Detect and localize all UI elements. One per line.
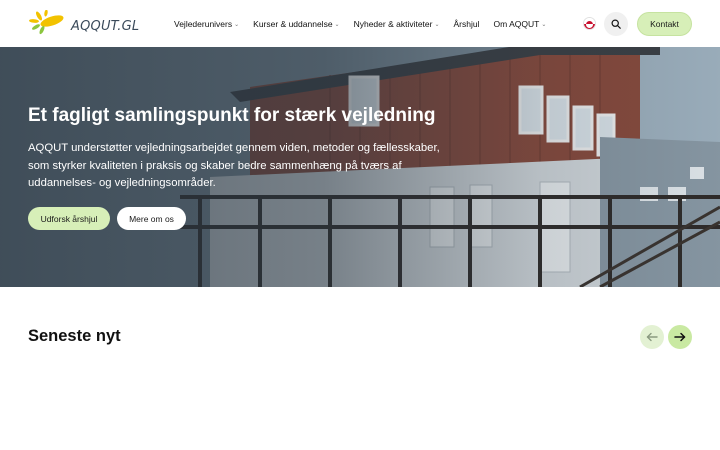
about-us-button[interactable]: Mere om os xyxy=(117,207,186,230)
hero-section: Et fagligt samlingspunkt for stærk vejle… xyxy=(0,47,720,287)
contact-button[interactable]: Kontakt xyxy=(637,12,692,36)
nav-item-kurser-uddannelse[interactable]: Kurser & uddannelse ⌄ xyxy=(253,19,339,29)
nav-item-label: Vejlederunivers xyxy=(174,18,233,29)
greenland-flag-icon[interactable] xyxy=(583,17,596,30)
nav-item-vejlederunivers[interactable]: Vejlederunivers ⌄ xyxy=(174,19,239,29)
main-nav: Vejlederunivers ⌄ Kurser & uddannelse ⌄ … xyxy=(174,0,560,47)
logo-link[interactable]: AQQUT.GL xyxy=(28,10,139,36)
hero-title: Et fagligt samlingspunkt for stærk vejle… xyxy=(28,105,436,126)
arrow-left-icon xyxy=(646,332,658,342)
nav-item-label: Om AQQUT xyxy=(493,18,540,29)
sun-logo-icon xyxy=(29,10,64,35)
chevron-down-icon: ⌄ xyxy=(434,21,440,28)
chevron-down-icon: ⌄ xyxy=(541,21,547,28)
nav-item-arshjul[interactable]: Årshjul xyxy=(454,19,480,29)
logo-text: AQQUT.GL xyxy=(71,18,140,34)
hero-description: AQQUT understøtter vejledningsarbejdet g… xyxy=(28,142,440,189)
search-button[interactable] xyxy=(604,12,628,36)
search-icon xyxy=(611,19,621,29)
explore-arshjul-button[interactable]: Udforsk årshjul xyxy=(28,207,110,230)
news-heading: Seneste nyt xyxy=(28,327,121,345)
nav-item-om-aqqut[interactable]: Om AQQUT ⌄ xyxy=(494,19,547,29)
carousel-prev-button[interactable] xyxy=(640,325,664,349)
site-header: AQQUT.GL Vejlederunivers ⌄ Kurser & udda… xyxy=(0,0,720,47)
nav-item-nyheder-aktiviteter[interactable]: Nyheder & aktiviteter ⌄ xyxy=(354,19,440,29)
arrow-right-icon xyxy=(674,332,686,342)
chevron-down-icon: ⌄ xyxy=(234,21,240,28)
nav-item-label: Kurser & uddannelse xyxy=(253,18,333,29)
carousel-next-button[interactable] xyxy=(668,325,692,349)
nav-item-label: Nyheder & aktiviteter xyxy=(353,18,433,29)
nav-item-label: Årshjul xyxy=(453,18,480,29)
chevron-down-icon: ⌄ xyxy=(334,21,340,28)
